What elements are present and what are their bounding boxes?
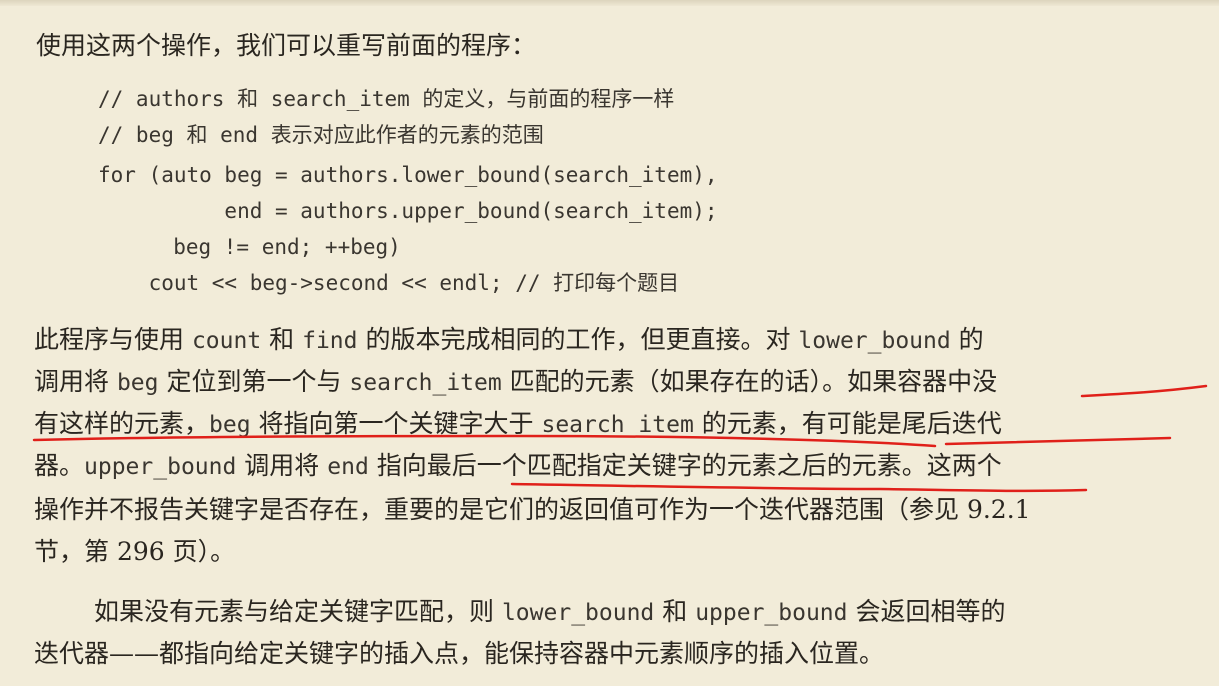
code-line-6: cout << beg->second << endl; // 打印每个题目 — [98, 271, 680, 295]
para1-line-3: 有这样的元素，beg 将指向第一个关键字大于 search_item 的元素，有… — [34, 408, 1002, 441]
para1-line-5: 操作并不报告关键字是否存在，重要的是它们的返回值可作为一个迭代器范围（参见 9.… — [34, 495, 1031, 524]
code-find: find — [302, 328, 358, 354]
para1-line-2: 调用将 beg 定位到第一个与 search_item 匹配的元素（如果存在的话… — [34, 366, 997, 399]
code-line-1: // authors 和 search_item 的定义，与前面的程序一样 — [98, 87, 675, 111]
code-line-5: beg != end; ++beg) — [110, 235, 401, 259]
underline-stroke-4 — [510, 482, 1088, 493]
code-beg: beg — [209, 412, 251, 438]
code-line-4: end = authors.upper_bound(search_item); — [98, 199, 718, 223]
intro-text: 使用这两个操作，我们可以重写前面的程序： — [36, 31, 537, 60]
text: 器。 — [34, 451, 85, 480]
text: 和 — [261, 325, 303, 354]
code-lower-bound: lower_bound — [798, 328, 951, 354]
text: 指向最后一个匹配指定关键字的元素之后的元素。这两个 — [368, 451, 1002, 480]
code-beg: beg — [116, 370, 159, 396]
para1-line-1: 此程序与使用 count 和 find 的版本完成相同的工作，但更直接。对 lo… — [34, 324, 984, 357]
text: 将指向第一个关键字大于 — [250, 409, 542, 438]
text: 匹配的元素（如果存在的话）。如果容器中没 — [501, 367, 998, 396]
text: 的元素，有可能是尾后迭代 — [693, 409, 1002, 438]
para1-line-6: 节，第 296 页）。 — [34, 537, 236, 566]
code-line-3: for (auto beg = authors.lower_bound(sear… — [98, 163, 718, 187]
text: 和 — [654, 597, 696, 626]
para1-line-4: 器。upper_bound 调用将 end 指向最后一个匹配指定关键字的元素之后… — [34, 450, 1002, 483]
code-line-2: // beg 和 end 表示对应此作者的元素的范围 — [98, 123, 544, 147]
para2-line-1: 如果没有元素与给定关键字匹配，则 lower_bound 和 upper_bou… — [94, 596, 1005, 629]
text: 定位到第一个与 — [158, 367, 350, 396]
underline-stroke-1 — [1080, 384, 1208, 398]
text: 此程序与使用 — [34, 325, 192, 354]
code-end: end — [327, 454, 369, 480]
page-top-shadow — [0, 0, 1219, 6]
text: 的 — [950, 325, 984, 354]
code-upper-bound: upper_bound — [84, 454, 237, 480]
para2-line-2: 迭代器——都指向给定关键字的插入点，能保持容器中元素顺序的插入位置。 — [34, 639, 885, 668]
code-search-item: search_item — [541, 412, 694, 438]
text: 调用将 — [236, 451, 328, 480]
text: 会返回相等的 — [847, 597, 1006, 626]
text: 如果没有元素与给定关键字匹配，则 — [94, 597, 502, 626]
text: 调用将 — [34, 367, 117, 396]
code-lower-bound: lower_bound — [501, 600, 655, 626]
code-count: count — [191, 328, 262, 354]
text: 有这样的元素， — [34, 409, 210, 438]
text: 的版本完成相同的工作，但更直接。对 — [357, 325, 799, 354]
code-upper-bound: upper_bound — [695, 600, 848, 626]
code-search-item: search_item — [349, 370, 502, 396]
